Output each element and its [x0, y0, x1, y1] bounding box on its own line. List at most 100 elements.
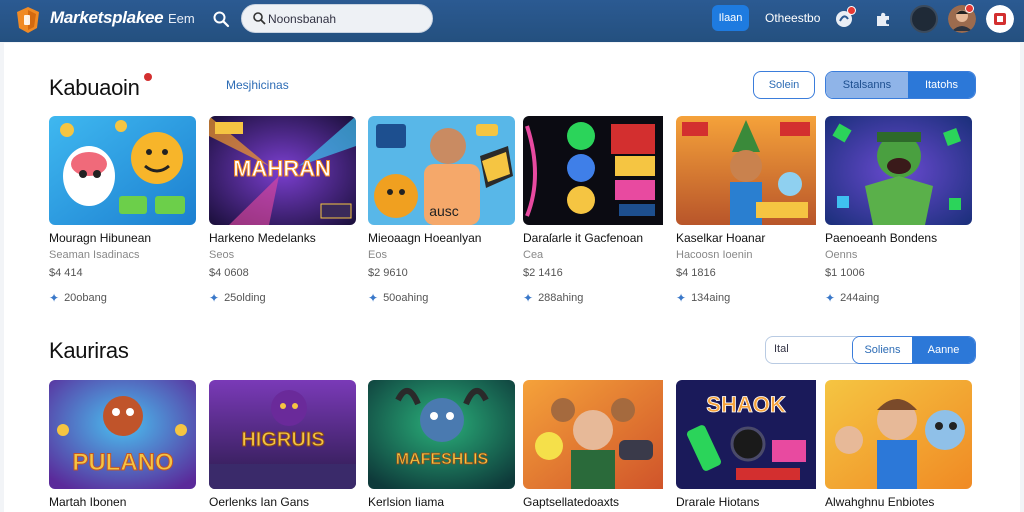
- rating-text: 20obang: [64, 292, 107, 304]
- rating-text: 244aing: [840, 292, 880, 304]
- thumb-label: HIGRUIS: [241, 429, 324, 451]
- rating-text: 25olding: [224, 292, 266, 304]
- star-icon: ✦: [209, 291, 220, 305]
- game-rating: ✦ 50oahing: [368, 291, 515, 305]
- tab-stalsanns[interactable]: Stalsanns: [826, 72, 908, 98]
- star-icon: ✦: [49, 291, 60, 305]
- game-title[interactable]: Kaselkar Hoanar: [676, 231, 823, 245]
- game-card[interactable]: Daraſarle it Gacfenoan Cea $2 1416 ✦ 288a…: [523, 116, 670, 305]
- nav-link[interactable]: Eem: [168, 11, 195, 26]
- game-thumbnail[interactable]: [825, 380, 972, 489]
- search-icon[interactable]: [212, 10, 230, 28]
- new-indicator-dot: [144, 73, 152, 81]
- game-price: $4 1816: [676, 267, 716, 279]
- game-thumbnail[interactable]: PULANO: [49, 380, 196, 489]
- star-icon: ✦: [523, 291, 534, 305]
- game-avatar[interactable]: [910, 5, 938, 33]
- search-bar[interactable]: [241, 4, 433, 33]
- tab-soliens[interactable]: Soliens: [853, 337, 913, 363]
- game-thumbnail[interactable]: [825, 116, 972, 225]
- game-card[interactable]: Gaptsellatedoaxts: [523, 380, 670, 509]
- thumb-label: PULANO: [72, 449, 173, 476]
- search-input[interactable]: [268, 9, 418, 29]
- game-price: $1 1006: [825, 267, 865, 279]
- game-thumbnail[interactable]: ausc: [368, 116, 515, 225]
- star-icon: ✦: [825, 291, 836, 305]
- thumb-label: MAHRAN: [233, 156, 331, 181]
- tab-aanne[interactable]: Aanne: [912, 337, 975, 363]
- game-card[interactable]: Kaselkar Hoanar Hacoosn Ioenin $4 1816 ✦…: [676, 116, 823, 305]
- section-title-2: Kauriras: [49, 338, 129, 363]
- game-thumbnail[interactable]: MAFESHLIS: [368, 380, 515, 489]
- section-sub-link[interactable]: Mesjhicinas: [226, 78, 289, 92]
- game-title[interactable]: Mieoaagn Hoeanlyan: [368, 231, 515, 245]
- star-icon: ✦: [676, 291, 687, 305]
- game-title[interactable]: Harkeno Medelanks: [209, 231, 356, 245]
- game-thumbnail[interactable]: [49, 116, 196, 225]
- thumb-label: ausc: [429, 203, 459, 219]
- view-toggle-2: Soliens Aanne: [852, 336, 976, 364]
- logo-icon[interactable]: [16, 6, 40, 34]
- filter-button[interactable]: Solein: [753, 71, 815, 99]
- game-card[interactable]: MAHRAN Harkeno Medelanks Seos $4 0608 ✦ 2…: [209, 116, 356, 305]
- game-title[interactable]: Paenoeanh Bondens: [825, 231, 972, 245]
- game-card[interactable]: ausc Mieoaagn Hoeanlyan Eos $2 9610 ✦ 50o…: [368, 116, 515, 305]
- game-card[interactable]: MAFESHLIS Kerlsion Iiama: [368, 380, 515, 509]
- game-thumbnail[interactable]: HIGRUIS: [209, 380, 356, 489]
- rating-text: 50oahing: [383, 292, 429, 304]
- game-developer: Oenns: [825, 249, 858, 261]
- game-developer: Eos: [368, 249, 387, 261]
- game-developer: Seaman Isadinacs: [49, 249, 140, 261]
- filter-input[interactable]: [774, 337, 854, 361]
- game-rating: ✦ 288ahing: [523, 291, 670, 305]
- game-developer: Hacoosn Ioenin: [676, 249, 753, 261]
- game-price: $4 414: [49, 267, 83, 279]
- tab-itatohs[interactable]: Itatohs: [907, 72, 975, 98]
- section-title-1: Kabuaoin: [49, 75, 140, 100]
- rating-text: 288ahing: [538, 292, 584, 304]
- view-toggle: Stalsanns Itatohs: [825, 71, 976, 99]
- game-card[interactable]: Mouragn Hibunean Seaman Isadinacs $4 414…: [49, 116, 196, 305]
- game-rating: ✦ 244aing: [825, 291, 972, 305]
- game-title[interactable]: Mouragn Hibunean: [49, 231, 196, 245]
- game-developer: Seos: [209, 249, 235, 261]
- thumb-label: SHAOK: [706, 392, 786, 417]
- search-field-icon: [253, 12, 266, 25]
- game-title[interactable]: Gaptsellatedoaxts: [523, 495, 670, 509]
- rating-text: 134aing: [691, 292, 731, 304]
- filter-input-box[interactable]: [765, 336, 861, 364]
- game-thumbnail[interactable]: [523, 116, 670, 225]
- notification-dot: [847, 6, 856, 15]
- main-content: Kabuaoin Mesjhicinas Solein Stalsanns It…: [4, 43, 1020, 512]
- account-link[interactable]: Otheestbo: [765, 11, 820, 25]
- game-thumbnail[interactable]: MAHRAN: [209, 116, 356, 225]
- game-developer: Cea: [523, 249, 544, 261]
- game-title[interactable]: Kerlsion Iiama: [368, 495, 515, 509]
- game-rating: ✦ 134aing: [676, 291, 823, 305]
- game-card[interactable]: Alwahghnu Enbiotes: [825, 380, 972, 509]
- game-rating: ✦ 25olding: [209, 291, 356, 305]
- game-card[interactable]: Paenoeanh Bondens Oenns $1 1006 ✦ 244aing: [825, 116, 972, 305]
- game-thumbnail[interactable]: SHAOK: [676, 380, 823, 489]
- game-title[interactable]: Drarale Hiotans: [676, 495, 823, 509]
- game-rating: ✦ 20obang: [49, 291, 196, 305]
- game-card[interactable]: HIGRUIS Oerlenks Ian Gans: [209, 380, 356, 509]
- game-title[interactable]: Martah Ibonen: [49, 495, 196, 509]
- game-title[interactable]: Daraſarle it Gacfenoan: [523, 231, 670, 245]
- profile-badge-icon[interactable]: [986, 5, 1014, 33]
- game-thumbnail[interactable]: [523, 380, 670, 489]
- game-card[interactable]: PULANO Martah Ibonen: [49, 380, 196, 509]
- game-price: $2 9610: [368, 267, 408, 279]
- game-price: $4 0608: [209, 267, 249, 279]
- game-card[interactable]: SHAOK Drarale Hiotans: [676, 380, 823, 509]
- game-title[interactable]: Alwahghnu Enbiotes: [825, 495, 972, 509]
- puzzle-icon[interactable]: [874, 10, 892, 28]
- game-thumbnail[interactable]: [676, 116, 823, 225]
- primary-button[interactable]: Ilaan: [712, 5, 749, 31]
- top-nav-bar: Marketsplakee Eem Ilaan Otheestbo: [0, 0, 1024, 42]
- star-icon: ✦: [368, 291, 379, 305]
- game-title[interactable]: Oerlenks Ian Gans: [209, 495, 356, 509]
- thumb-label: MAFESHLIS: [396, 451, 489, 468]
- brand-name[interactable]: Marketsplakee: [50, 8, 164, 28]
- user-notification-dot: [965, 4, 974, 13]
